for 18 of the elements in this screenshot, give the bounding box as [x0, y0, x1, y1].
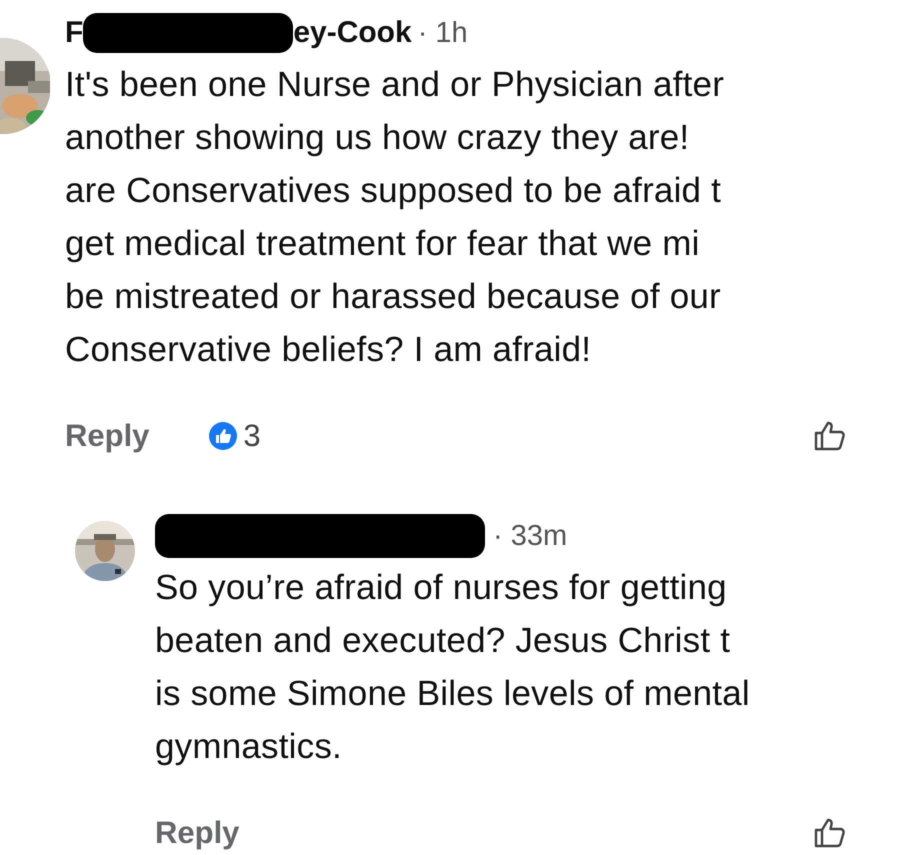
comment-text-line: another showing us how crazy they are! [65, 117, 690, 159]
comment-text-line: is some Simone Biles levels of mental [155, 673, 751, 715]
author-name[interactable]: F [65, 16, 84, 50]
reply-link[interactable]: Reply [65, 418, 150, 454]
comment-text-line: gymnastics. [155, 726, 343, 768]
like-badge-icon [209, 422, 238, 450]
comment-text-line: get medical treatment for fear that we mi [65, 223, 701, 265]
timestamp: · 33m [493, 520, 568, 552]
comment-text-line: be mistreated or harassed because of our [65, 276, 722, 318]
author-name[interactable]: ey-Cook [293, 16, 412, 50]
comment-text-line: are Conservatives supposed to be afraid t [65, 170, 722, 212]
comment-text-line: Conservative beliefs? I am afraid! [65, 329, 592, 371]
comment-text-line: beaten and executed? Jesus Christ t [155, 620, 732, 662]
timestamp: · 1h [418, 16, 468, 50]
comment-text-line: So you’re afraid of nurses for getting [155, 567, 728, 609]
like-count: 3 [243, 418, 261, 454]
comment-text-line: It's been one Nurse and or Physician after [65, 64, 726, 106]
reply-link[interactable]: Reply [155, 815, 240, 851]
